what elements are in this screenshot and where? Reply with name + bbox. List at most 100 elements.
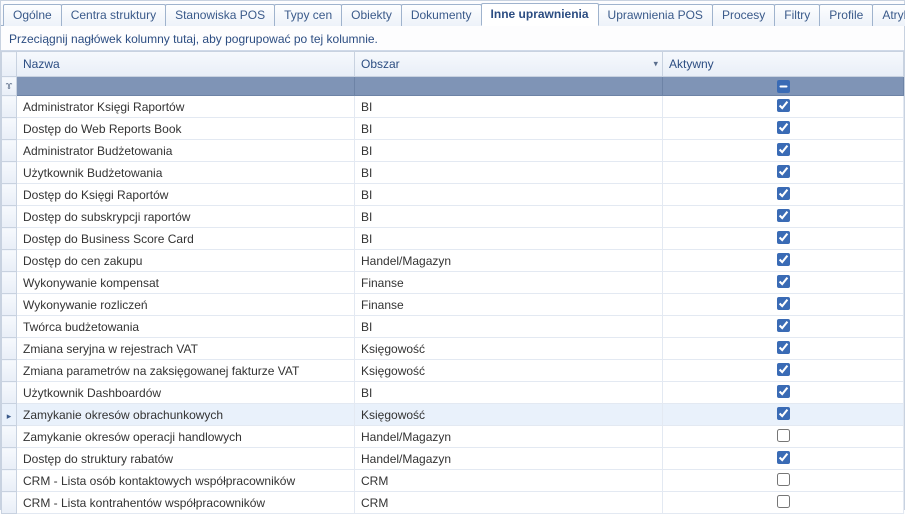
column-header-active[interactable]: Aktywny bbox=[663, 52, 904, 77]
cell-active[interactable] bbox=[663, 404, 904, 426]
cell-active[interactable] bbox=[663, 492, 904, 514]
table-row[interactable]: CRM - Lista osób kontaktowych współpraco… bbox=[2, 470, 904, 492]
cell-active[interactable] bbox=[663, 360, 904, 382]
table-row[interactable]: Użytkownik BudżetowaniaBI bbox=[2, 162, 904, 184]
cell-area[interactable]: Księgowość bbox=[355, 404, 663, 426]
tab-stanowiska-pos[interactable]: Stanowiska POS bbox=[165, 4, 275, 26]
cell-area[interactable]: BI bbox=[355, 316, 663, 338]
cell-area[interactable]: Handel/Magazyn bbox=[355, 250, 663, 272]
tab-atrybuty[interactable]: Atrybuty bbox=[872, 4, 905, 26]
cell-active[interactable] bbox=[663, 294, 904, 316]
table-row[interactable]: Administrator Księgi RaportówBI bbox=[2, 96, 904, 118]
cell-name[interactable]: Dostęp do Business Score Card bbox=[17, 228, 355, 250]
cell-active[interactable] bbox=[663, 96, 904, 118]
cell-name[interactable]: Dostęp do subskrypcji raportów bbox=[17, 206, 355, 228]
cell-area[interactable]: CRM bbox=[355, 470, 663, 492]
active-checkbox[interactable] bbox=[777, 187, 790, 200]
table-row[interactable]: Administrator BudżetowaniaBI bbox=[2, 140, 904, 162]
table-row[interactable]: Użytkownik DashboardówBI bbox=[2, 382, 904, 404]
table-row[interactable]: Zamykanie okresów operacji handlowychHan… bbox=[2, 426, 904, 448]
active-checkbox[interactable] bbox=[777, 473, 790, 486]
cell-name[interactable]: Użytkownik Dashboardów bbox=[17, 382, 355, 404]
tab-centra-struktury[interactable]: Centra struktury bbox=[61, 4, 166, 26]
cell-active[interactable] bbox=[663, 228, 904, 250]
cell-active[interactable] bbox=[663, 448, 904, 470]
active-checkbox[interactable] bbox=[777, 143, 790, 156]
table-row[interactable]: Dostęp do Web Reports BookBI bbox=[2, 118, 904, 140]
cell-name[interactable]: Administrator Budżetowania bbox=[17, 140, 355, 162]
cell-name[interactable]: Zmiana parametrów na zaksięgowanej faktu… bbox=[17, 360, 355, 382]
cell-name[interactable]: Zamykanie okresów obrachunkowych bbox=[17, 404, 355, 426]
table-row[interactable]: Dostęp do cen zakupuHandel/Magazyn bbox=[2, 250, 904, 272]
cell-name[interactable]: Dostęp do struktury rabatów bbox=[17, 448, 355, 470]
tab-typy-cen[interactable]: Typy cen bbox=[274, 4, 342, 26]
filter-name-cell[interactable] bbox=[17, 77, 355, 96]
table-row[interactable]: Dostęp do subskrypcji raportówBI bbox=[2, 206, 904, 228]
active-checkbox[interactable] bbox=[777, 495, 790, 508]
active-checkbox[interactable] bbox=[777, 429, 790, 442]
tab-profile[interactable]: Profile bbox=[819, 4, 873, 26]
active-checkbox[interactable] bbox=[777, 253, 790, 266]
filter-area-cell[interactable] bbox=[355, 77, 663, 96]
cell-area[interactable]: Handel/Magazyn bbox=[355, 426, 663, 448]
cell-active[interactable] bbox=[663, 206, 904, 228]
cell-area[interactable]: BI bbox=[355, 382, 663, 404]
tab-procesy[interactable]: Procesy bbox=[712, 4, 775, 26]
tab-uprawnienia-pos[interactable]: Uprawnienia POS bbox=[598, 4, 713, 26]
cell-active[interactable] bbox=[663, 272, 904, 294]
active-checkbox[interactable] bbox=[777, 99, 790, 112]
cell-name[interactable]: Dostęp do Księgi Raportów bbox=[17, 184, 355, 206]
table-row[interactable]: Wykonywanie kompensatFinanse bbox=[2, 272, 904, 294]
cell-area[interactable]: BI bbox=[355, 118, 663, 140]
column-header-name[interactable]: Nazwa bbox=[17, 52, 355, 77]
filter-active-cell[interactable] bbox=[663, 77, 904, 96]
table-row[interactable]: Dostęp do Księgi RaportówBI bbox=[2, 184, 904, 206]
cell-name[interactable]: Dostęp do Web Reports Book bbox=[17, 118, 355, 140]
cell-name[interactable]: CRM - Lista kontrahentów współpracownikó… bbox=[17, 492, 355, 514]
active-checkbox[interactable] bbox=[777, 319, 790, 332]
active-checkbox[interactable] bbox=[777, 297, 790, 310]
active-checkbox[interactable] bbox=[777, 451, 790, 464]
cell-area[interactable]: BI bbox=[355, 184, 663, 206]
tab-obiekty[interactable]: Obiekty bbox=[341, 4, 402, 26]
cell-active[interactable] bbox=[663, 426, 904, 448]
cell-name[interactable]: Użytkownik Budżetowania bbox=[17, 162, 355, 184]
cell-area[interactable]: BI bbox=[355, 206, 663, 228]
table-row[interactable]: Twórca budżetowaniaBI bbox=[2, 316, 904, 338]
cell-active[interactable] bbox=[663, 470, 904, 492]
active-checkbox[interactable] bbox=[777, 363, 790, 376]
cell-area[interactable]: Księgowość bbox=[355, 360, 663, 382]
cell-active[interactable] bbox=[663, 250, 904, 272]
table-row[interactable]: CRM - Lista kontrahentów współpracownikó… bbox=[2, 492, 904, 514]
group-panel[interactable]: Przeciągnij nagłówek kolumny tutaj, aby … bbox=[1, 26, 904, 51]
active-checkbox[interactable] bbox=[777, 231, 790, 244]
column-header-area[interactable]: Obszar ▾ bbox=[355, 52, 663, 77]
active-checkbox[interactable] bbox=[777, 209, 790, 222]
filter-icon[interactable]: ▾ bbox=[653, 59, 658, 70]
active-checkbox[interactable] bbox=[777, 121, 790, 134]
cell-area[interactable]: BI bbox=[355, 140, 663, 162]
tab-inne-uprawnienia[interactable]: Inne uprawnienia bbox=[481, 3, 599, 26]
table-row[interactable]: Zmiana seryjna w rejestrach VATKsięgowoś… bbox=[2, 338, 904, 360]
table-row[interactable]: Zmiana parametrów na zaksięgowanej faktu… bbox=[2, 360, 904, 382]
active-checkbox[interactable] bbox=[777, 341, 790, 354]
cell-active[interactable] bbox=[663, 118, 904, 140]
cell-name[interactable]: Wykonywanie rozliczeń bbox=[17, 294, 355, 316]
cell-name[interactable]: Twórca budżetowania bbox=[17, 316, 355, 338]
cell-active[interactable] bbox=[663, 162, 904, 184]
cell-active[interactable] bbox=[663, 338, 904, 360]
cell-area[interactable]: BI bbox=[355, 96, 663, 118]
cell-name[interactable]: Wykonywanie kompensat bbox=[17, 272, 355, 294]
tab-ogólne[interactable]: Ogólne bbox=[3, 4, 62, 26]
cell-name[interactable]: CRM - Lista osób kontaktowych współpraco… bbox=[17, 470, 355, 492]
cell-area[interactable]: Handel/Magazyn bbox=[355, 448, 663, 470]
active-checkbox[interactable] bbox=[777, 165, 790, 178]
cell-active[interactable] bbox=[663, 382, 904, 404]
tab-dokumenty[interactable]: Dokumenty bbox=[401, 4, 482, 26]
active-checkbox[interactable] bbox=[777, 407, 790, 420]
cell-name[interactable]: Dostęp do cen zakupu bbox=[17, 250, 355, 272]
filter-active-checkbox[interactable] bbox=[777, 80, 790, 93]
active-checkbox[interactable] bbox=[777, 275, 790, 288]
cell-name[interactable]: Administrator Księgi Raportów bbox=[17, 96, 355, 118]
cell-area[interactable]: BI bbox=[355, 228, 663, 250]
